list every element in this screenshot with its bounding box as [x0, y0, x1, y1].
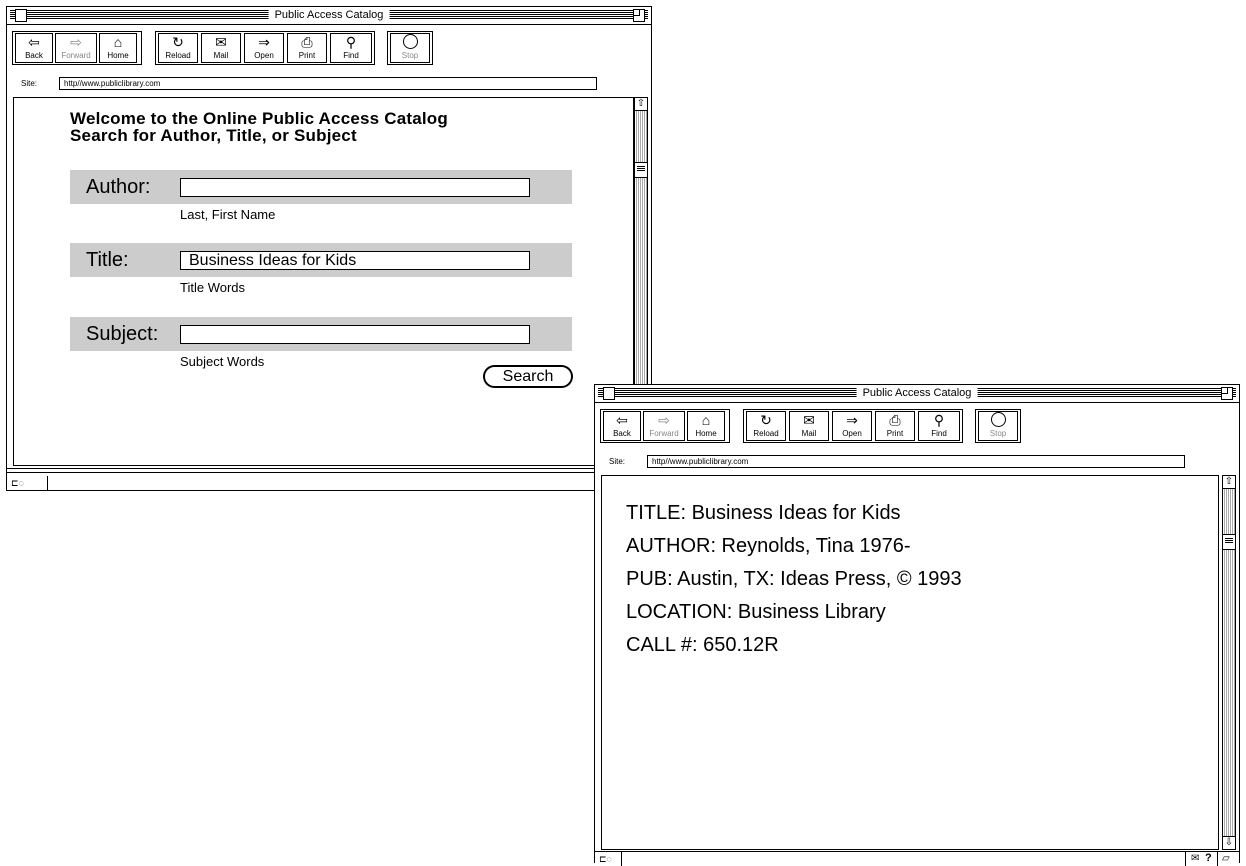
- catalog-record-window: Public Access Catalog ⇦ Back ⇨ Forward ⌂…: [594, 384, 1240, 866]
- subject-label: Subject:: [86, 323, 159, 345]
- site-row: Site: http//www.publiclibrary.com: [7, 77, 651, 93]
- author-hint: Last, First Name: [180, 207, 276, 222]
- author-input[interactable]: [180, 178, 530, 197]
- mail-button[interactable]: ✉ Mail: [201, 33, 241, 63]
- forward-button[interactable]: ⇨ Forward: [643, 411, 685, 441]
- subject-band: Subject:: [70, 317, 572, 351]
- title-band: Title: Business Ideas for Kids: [70, 243, 572, 277]
- author-label: Author:: [86, 176, 151, 198]
- stop-button[interactable]: Stop: [390, 33, 430, 63]
- page-heading: Welcome to the Online Public Access Cata…: [70, 109, 448, 145]
- status-bar: ⊏◌: [7, 476, 651, 490]
- record-title: TITLE: Business Ideas for Kids: [626, 502, 901, 524]
- open-button[interactable]: ⇒ Open: [832, 411, 872, 441]
- stop-icon: [990, 412, 1006, 427]
- window-title: Public Access Catalog: [856, 385, 978, 402]
- browser-toolbar: ⇦ Back ⇨ Forward ⌂ Home ↻ Reload ✉ Mail …: [7, 25, 651, 73]
- record-author: AUTHOR: Reynolds, Tina 1976-: [626, 535, 911, 557]
- site-label: Site:: [21, 79, 38, 88]
- stop-icon: [402, 34, 418, 49]
- record-location: LOCATION: Business Library: [626, 601, 886, 623]
- reload-button[interactable]: ↻ Reload: [746, 411, 786, 441]
- home-button[interactable]: ⌂ Home: [99, 33, 137, 63]
- open-icon: ⇒: [846, 412, 858, 428]
- printer-icon: ⎙: [889, 412, 901, 428]
- resize-icon[interactable]: ▱: [1222, 852, 1230, 865]
- back-arrow-icon: ⇦: [28, 34, 40, 50]
- title-bar[interactable]: Public Access Catalog: [7, 7, 651, 25]
- scroll-up-icon[interactable]: ⇧: [635, 98, 647, 111]
- zoom-box[interactable]: [633, 9, 645, 22]
- mail-icon: ✉: [215, 34, 227, 50]
- open-icon: ⇒: [258, 34, 270, 50]
- address-field[interactable]: http//www.publiclibrary.com: [59, 77, 597, 90]
- home-icon: ⌂: [113, 34, 123, 50]
- close-box[interactable]: [15, 9, 27, 22]
- author-band: Author:: [70, 170, 572, 204]
- subject-hint: Subject Words: [180, 354, 265, 369]
- help-indicator[interactable]: ?: [1205, 852, 1212, 865]
- print-button[interactable]: ⎙ Print: [287, 33, 327, 63]
- status-bar: ⊏◌ ✉ ? ▱: [595, 852, 1239, 866]
- page-content: TITLE: Business Ideas for Kids AUTHOR: R…: [601, 475, 1219, 850]
- binoculars-icon: ⚲: [933, 412, 945, 428]
- window-title: Public Access Catalog: [268, 7, 390, 24]
- back-button[interactable]: ⇦ Back: [15, 33, 53, 63]
- scroll-up-icon[interactable]: ⇧: [1223, 476, 1235, 489]
- catalog-search-window: Public Access Catalog ⇦ Back ⇨ Forward ⌂…: [6, 6, 652, 491]
- subject-input[interactable]: [180, 325, 530, 344]
- back-button[interactable]: ⇦ Back: [603, 411, 641, 441]
- back-arrow-icon: ⇦: [616, 412, 628, 428]
- binoculars-icon: ⚲: [345, 34, 357, 50]
- home-button[interactable]: ⌂ Home: [687, 411, 725, 441]
- find-button[interactable]: ⚲ Find: [330, 33, 372, 63]
- site-row: Site: http//www.publiclibrary.com: [595, 455, 1239, 471]
- print-button[interactable]: ⎙ Print: [875, 411, 915, 441]
- open-button[interactable]: ⇒ Open: [244, 33, 284, 63]
- mail-button[interactable]: ✉ Mail: [789, 411, 829, 441]
- close-box[interactable]: [603, 387, 615, 400]
- title-bar[interactable]: Public Access Catalog: [595, 385, 1239, 403]
- mail-icon: ✉: [803, 412, 815, 428]
- reload-icon: ↻: [172, 34, 184, 50]
- record-call-number: CALL #: 650.12R: [626, 634, 779, 656]
- zoom-box[interactable]: [1221, 387, 1233, 400]
- stop-button[interactable]: Stop: [978, 411, 1018, 441]
- connection-icon: ⊏◌: [11, 478, 24, 488]
- title-hint: Title Words: [180, 280, 246, 295]
- forward-button[interactable]: ⇨ Forward: [55, 33, 97, 63]
- forward-arrow-icon: ⇨: [70, 34, 82, 50]
- title-input[interactable]: Business Ideas for Kids: [180, 251, 530, 270]
- reload-button[interactable]: ↻ Reload: [158, 33, 198, 63]
- mail-status-icon: ✉: [1191, 853, 1200, 864]
- forward-arrow-icon: ⇨: [658, 412, 670, 428]
- find-button[interactable]: ⚲ Find: [918, 411, 960, 441]
- scroll-thumb[interactable]: [1223, 534, 1235, 550]
- record-publication: PUB: Austin, TX: Ideas Press, © 1993: [626, 568, 962, 590]
- browser-toolbar: ⇦ Back ⇨ Forward ⌂ Home ↻ Reload ✉ Mail …: [595, 403, 1239, 451]
- address-field[interactable]: http//www.publiclibrary.com: [647, 455, 1185, 468]
- home-icon: ⌂: [701, 412, 711, 428]
- scroll-thumb[interactable]: [635, 162, 647, 178]
- printer-icon: ⎙: [301, 34, 313, 50]
- search-button[interactable]: Search: [484, 366, 572, 387]
- reload-icon: ↻: [760, 412, 772, 428]
- connection-icon: ⊏◌: [599, 854, 612, 864]
- vertical-scrollbar[interactable]: ⇧ ⇩: [1222, 475, 1236, 850]
- site-label: Site:: [609, 457, 626, 466]
- title-label: Title:: [86, 249, 129, 271]
- scroll-down-icon[interactable]: ⇩: [1223, 836, 1235, 849]
- page-content: Welcome to the Online Public Access Cata…: [13, 97, 634, 466]
